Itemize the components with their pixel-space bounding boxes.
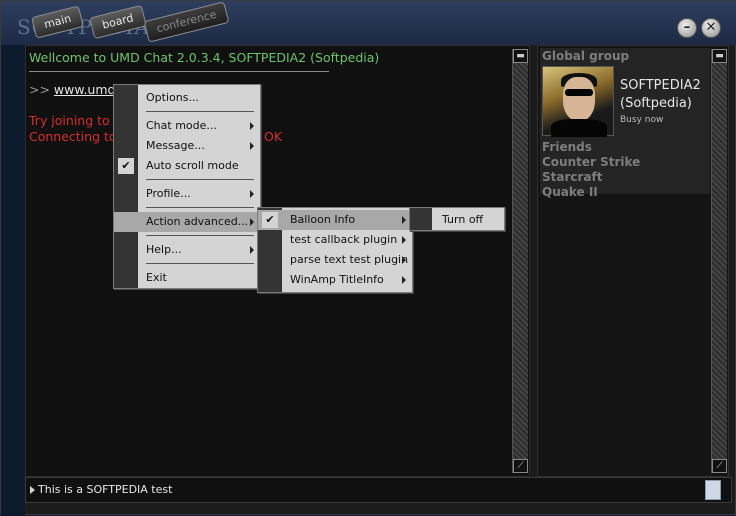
close-button[interactable]: ✕ xyxy=(701,18,721,38)
menu-separator xyxy=(146,263,254,264)
context-menu: Options... Chat mode... Message... ✔ Auto… xyxy=(113,84,261,289)
minimize-icon: – xyxy=(683,20,691,35)
chat-window: SOFTPEDIA main board conference – ✕ Well… xyxy=(0,0,736,516)
submenu-arrow-icon xyxy=(250,190,254,198)
menu-separator xyxy=(146,179,254,180)
connect-status-line: Connecting to xyxy=(29,129,117,144)
group-title[interactable]: Global group xyxy=(542,49,629,63)
group-item-counter-strike[interactable]: Counter Strike xyxy=(542,155,640,169)
menu-item-chat-mode[interactable]: Chat mode... xyxy=(114,116,260,136)
chat-scrollbar[interactable]: ▬ ⟋ xyxy=(512,49,528,473)
balloon-submenu: Turn off xyxy=(409,207,505,231)
menu-item-parse-text[interactable]: parse text test plugin xyxy=(258,250,412,270)
welcome-line: Wellcome to UMD Chat 2.0.3.4, SOFTPEDIA2… xyxy=(29,50,379,65)
submenu-arrow-icon xyxy=(250,246,254,254)
submenu-arrow-icon xyxy=(250,122,254,130)
resize-grip[interactable]: ⟋ xyxy=(712,459,727,473)
check-icon: ✔ xyxy=(262,212,278,228)
input-scroll-button[interactable] xyxy=(705,480,721,500)
check-icon: ✔ xyxy=(118,158,134,174)
menu-separator xyxy=(146,207,254,208)
contact-panel: Global group SOFTPEDIA2 (Softpedia) Busy… xyxy=(537,45,729,477)
global-group-box: Global group SOFTPEDIA2 (Softpedia) Busy… xyxy=(540,48,710,199)
submenu-arrow-icon xyxy=(402,256,406,264)
menu-item-action-advanced[interactable]: Action advanced... xyxy=(114,212,260,232)
contact-scrollbar[interactable]: ▬ ⟋ xyxy=(711,49,727,473)
submenu-arrow-icon xyxy=(250,218,254,226)
close-icon: ✕ xyxy=(705,20,717,35)
join-status-line: Try joining to m xyxy=(29,113,126,128)
submenu-arrow-icon xyxy=(250,142,254,150)
resize-grip[interactable]: ⟋ xyxy=(513,459,528,473)
menu-item-balloon-info[interactable]: ✔ Balloon Info xyxy=(258,210,412,230)
group-item-starcraft[interactable]: Starcraft xyxy=(542,170,602,184)
tab-conference[interactable]: conference xyxy=(143,1,230,43)
group-item-quake[interactable]: Quake II xyxy=(542,185,598,199)
menu-item-profile[interactable]: Profile... xyxy=(114,184,260,204)
submenu-arrow-icon xyxy=(402,236,406,244)
menu-item-exit[interactable]: Exit xyxy=(114,268,260,288)
scroll-up-button[interactable]: ▬ xyxy=(513,49,528,63)
message-input-text[interactable]: This is a SOFTPEDIA test xyxy=(38,483,172,496)
menu-separator xyxy=(146,111,254,112)
link-prefix: >> xyxy=(29,82,54,97)
left-edge xyxy=(1,45,25,516)
menu-item-help[interactable]: Help... xyxy=(114,240,260,260)
message-input[interactable]: This is a SOFTPEDIA test xyxy=(25,477,732,503)
welcome-text: Wellcome to UMD Chat 2.0.3.4, xyxy=(29,50,229,65)
menu-item-turn-off[interactable]: Turn off xyxy=(410,210,504,230)
menu-item-auto-scroll[interactable]: ✔ Auto scroll mode xyxy=(114,156,260,176)
user-status: Busy now xyxy=(620,115,664,125)
group-item-friends[interactable]: Friends xyxy=(542,140,592,154)
submenu-arrow-icon xyxy=(402,216,406,224)
divider xyxy=(29,71,329,72)
prompt-arrow-icon xyxy=(30,486,35,494)
menu-item-message[interactable]: Message... xyxy=(114,136,260,156)
scroll-up-button[interactable]: ▬ xyxy=(712,49,727,63)
user-name: SOFTPEDIA2 xyxy=(620,78,701,93)
welcome-user: SOFTPEDIA2 (Softpedia) xyxy=(228,50,380,65)
menu-separator xyxy=(146,235,254,236)
title-bar: SOFTPEDIA main board conference – ✕ xyxy=(1,1,736,45)
menu-item-options[interactable]: Options... xyxy=(114,88,260,108)
action-submenu: ✔ Balloon Info test callback plugin parse… xyxy=(257,207,413,293)
avatar xyxy=(542,66,614,137)
ok-status: OK xyxy=(264,129,283,144)
menu-item-winamp-titleinfo[interactable]: WinAmp TitleInfo xyxy=(258,270,412,290)
user-subtitle: (Softpedia) xyxy=(620,96,692,111)
submenu-arrow-icon xyxy=(402,276,406,284)
menu-item-test-callback[interactable]: test callback plugin xyxy=(258,230,412,250)
minimize-button[interactable]: – xyxy=(677,18,697,38)
